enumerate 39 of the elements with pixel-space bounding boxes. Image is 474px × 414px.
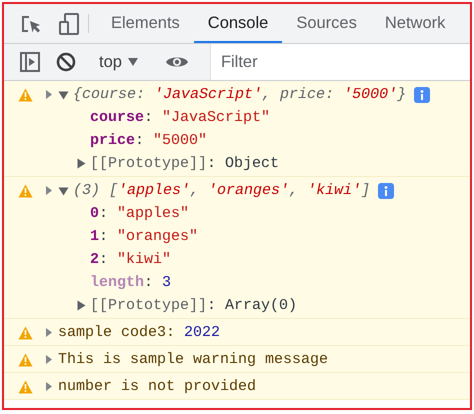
property-line: 1: "oranges" xyxy=(90,227,198,247)
info-icon[interactable] xyxy=(414,86,430,102)
property-line: 2: "kiwi" xyxy=(90,250,172,270)
console-message: This is sample warning message xyxy=(58,350,328,370)
expand-icon[interactable] xyxy=(76,158,86,169)
device-icon[interactable] xyxy=(58,12,80,36)
sidebar-icon[interactable] xyxy=(20,52,40,72)
tab[interactable]: Network xyxy=(370,4,460,43)
warning-icon xyxy=(18,88,33,102)
warning-icon xyxy=(18,352,33,366)
warning-icon xyxy=(18,380,33,394)
property-line: 0: "apples" xyxy=(90,204,190,224)
collapse-icon[interactable] xyxy=(58,186,69,196)
property-line: price: "5000" xyxy=(90,131,208,151)
warning-icon xyxy=(18,326,33,340)
expand-icon[interactable] xyxy=(44,185,54,196)
console-message: (3) ['apples', 'oranges', 'kiwi'] xyxy=(73,181,370,201)
info-icon[interactable] xyxy=(378,182,394,198)
collapse-icon[interactable] xyxy=(58,90,69,100)
caret-icon xyxy=(128,58,138,66)
tab[interactable]: Console xyxy=(194,4,282,43)
warning-icon xyxy=(18,184,33,198)
property-line: course: "JavaScript" xyxy=(90,108,270,128)
property-line: [[Prototype]]: Array(0) xyxy=(90,296,298,316)
console-message: sample code3: 2022 xyxy=(58,323,220,343)
expand-icon[interactable] xyxy=(44,327,54,338)
tab[interactable]: Sources xyxy=(282,4,371,43)
property-line: length: 3 xyxy=(90,273,172,293)
expand-icon[interactable] xyxy=(44,354,54,365)
expand-icon[interactable] xyxy=(44,89,54,100)
property-line: [[Prototype]]: Object xyxy=(90,154,280,174)
tab[interactable]: Elements xyxy=(97,4,194,43)
expand-icon[interactable] xyxy=(44,381,54,392)
clear-icon[interactable] xyxy=(56,52,76,72)
context-dropdown[interactable]: top xyxy=(93,50,144,74)
console-message: {course: 'JavaScript', price: '5000'} xyxy=(73,85,406,105)
filter-field[interactable]: Filter xyxy=(210,44,470,80)
expand-icon[interactable] xyxy=(76,300,86,311)
console-message: number is not provided xyxy=(58,377,256,397)
